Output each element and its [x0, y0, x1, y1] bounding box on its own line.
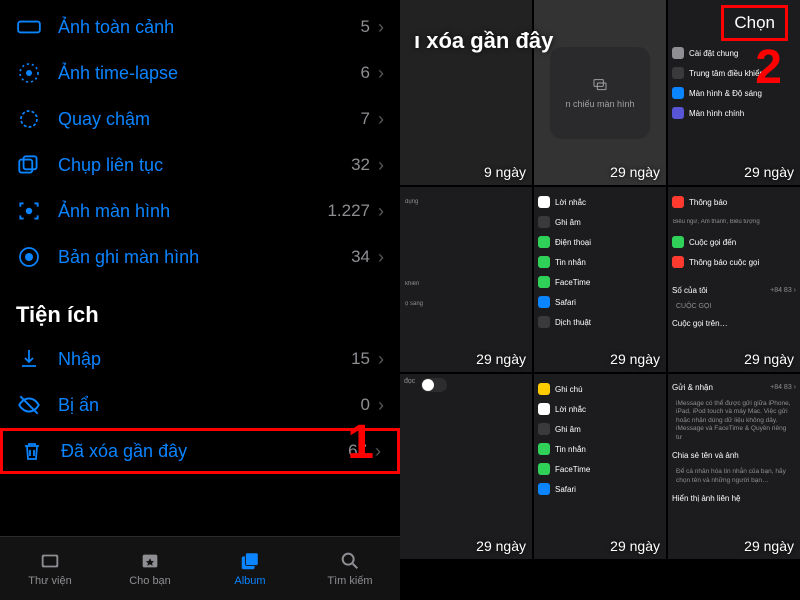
- media-item-panorama[interactable]: Ảnh toàn cảnh 5 ›: [0, 4, 400, 50]
- days-remaining: 29 ngày: [476, 538, 526, 554]
- tab-label: Album: [234, 575, 265, 587]
- utility-count: 15: [351, 349, 370, 369]
- media-item-screenrec[interactable]: Bản ghi màn hình 34 ›: [0, 234, 400, 280]
- media-item-timelapse[interactable]: Ảnh time-lapse 6 ›: [0, 50, 400, 96]
- thumb[interactable]: dụng khiển ộ sáng 29 ngày: [400, 187, 532, 372]
- media-label: Chụp liên tục: [58, 155, 351, 176]
- foryou-icon: [137, 550, 163, 572]
- utility-item-import[interactable]: Nhập 15 ›: [0, 336, 400, 382]
- tab-foryou[interactable]: Cho bạn: [100, 537, 200, 600]
- utility-label: Nhập: [58, 349, 351, 370]
- tab-search[interactable]: Tìm kiếm: [300, 537, 400, 600]
- chevron-right-icon: ›: [375, 441, 381, 462]
- media-label: Quay chậm: [58, 109, 361, 130]
- media-label: Ảnh time-lapse: [58, 63, 361, 84]
- slomo-icon: [16, 106, 42, 132]
- select-button[interactable]: Chọn: [721, 5, 788, 41]
- days-remaining: 29 ngày: [610, 538, 660, 554]
- search-icon: [337, 550, 363, 572]
- import-icon: [16, 346, 42, 372]
- days-remaining: 29 ngày: [744, 538, 794, 554]
- chevron-right-icon: ›: [378, 395, 384, 416]
- album-icon: [237, 550, 263, 572]
- media-count: 34: [351, 247, 370, 267]
- screen-mirroring-card: n chiếu màn hình: [550, 47, 650, 139]
- media-label: Bản ghi màn hình: [58, 247, 351, 268]
- screenshot-icon: [16, 198, 42, 224]
- utility-count: 0: [361, 395, 370, 415]
- days-remaining: 29 ngày: [610, 164, 660, 180]
- chevron-right-icon: ›: [378, 63, 384, 84]
- tab-label: Cho bạn: [129, 575, 171, 587]
- chevron-right-icon: ›: [378, 155, 384, 176]
- media-count: 1.227: [327, 201, 370, 221]
- screenrecord-icon: [16, 244, 42, 270]
- annotation-1: 1: [347, 415, 374, 470]
- days-remaining: 29 ngày: [744, 351, 794, 367]
- utility-item-recently-deleted[interactable]: Đã xóa gần đây 67 ›: [0, 428, 400, 474]
- days-remaining: 29 ngày: [476, 351, 526, 367]
- media-item-screenshot[interactable]: Ảnh màn hình 1.227 ›: [0, 188, 400, 234]
- chevron-right-icon: ›: [378, 17, 384, 38]
- tab-album[interactable]: Album: [200, 537, 300, 600]
- thumb[interactable]: đọc 29 ngày: [400, 374, 532, 559]
- chevron-right-icon: ›: [378, 201, 384, 222]
- timelapse-icon: [16, 60, 42, 86]
- toggle: [421, 378, 447, 392]
- media-label: Ảnh toàn cảnh: [58, 17, 361, 38]
- tab-library[interactable]: Thư viện: [0, 537, 100, 600]
- media-item-slomo[interactable]: Quay chậm 7 ›: [0, 96, 400, 142]
- days-remaining: 29 ngày: [744, 164, 794, 180]
- utility-item-hidden[interactable]: Bị ẩn 0 ›: [0, 382, 400, 428]
- media-item-burst[interactable]: Chụp liên tục 32 ›: [0, 142, 400, 188]
- thumb[interactable]: Gửi & nhận+84 83 › iMessage có thể được …: [668, 374, 800, 559]
- tab-label: Thư viện: [28, 575, 71, 587]
- chevron-right-icon: ›: [378, 109, 384, 130]
- thumb[interactable]: Ghi chú Lời nhắc Ghi âm Tin nhắn FaceTim…: [534, 374, 666, 559]
- days-remaining: 9 ngày: [484, 164, 526, 180]
- thumb[interactable]: Lời nhắc Ghi âm Điện thoại Tin nhắn Face…: [534, 187, 666, 372]
- utility-label: Bị ẩn: [58, 395, 361, 416]
- media-label: Ảnh màn hình: [58, 201, 327, 222]
- library-icon: [37, 550, 63, 572]
- media-count: 5: [361, 17, 370, 37]
- utilities-header: Tiện ích: [0, 280, 400, 336]
- tab-bar: Thư viện Cho bạn Album Tìm kiếm: [0, 536, 400, 600]
- hidden-icon: [16, 392, 42, 418]
- thumb[interactable]: Thông báo Biểu ngữ, Âm thanh, Biểu tượng…: [668, 187, 800, 372]
- days-remaining: 29 ngày: [610, 351, 660, 367]
- media-count: 32: [351, 155, 370, 175]
- utility-label: Đã xóa gần đây: [61, 441, 348, 462]
- panorama-icon: [16, 14, 42, 40]
- burst-icon: [16, 152, 42, 178]
- chevron-right-icon: ›: [378, 247, 384, 268]
- media-count: 7: [361, 109, 370, 129]
- deleted-photos-grid[interactable]: 9 ngày n chiếu màn hình 29 ngày Cài đặt …: [400, 0, 800, 600]
- trash-icon: [19, 438, 45, 464]
- media-count: 6: [361, 63, 370, 83]
- chevron-right-icon: ›: [378, 349, 384, 370]
- annotation-2: 2: [755, 40, 782, 95]
- tab-label: Tìm kiếm: [327, 575, 372, 587]
